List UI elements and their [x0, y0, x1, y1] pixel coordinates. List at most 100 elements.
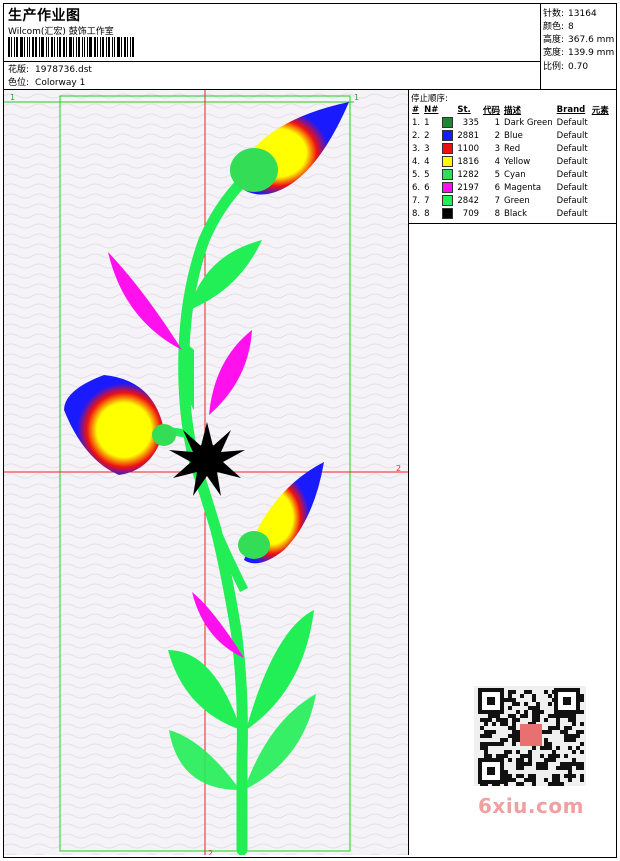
- barcode-bar: [16, 37, 18, 57]
- qr-module: [576, 762, 580, 766]
- qr-module: [484, 754, 488, 758]
- qr-module: [572, 750, 576, 754]
- color-row: 2. 2 2881 2 Blue Default: [410, 129, 611, 142]
- qr-module: [508, 726, 512, 730]
- bud-left-base: [152, 424, 176, 446]
- spec-value: 8: [568, 22, 574, 32]
- qr-module: [548, 758, 552, 762]
- row-code: 5: [494, 169, 501, 180]
- qr-module: [492, 722, 496, 726]
- barcode-bar: [39, 37, 40, 57]
- color-swatch: [440, 168, 455, 181]
- qr-module: [544, 718, 548, 722]
- barcode-bar: [97, 37, 98, 57]
- row-n: 2: [424, 130, 430, 141]
- qr-module: [504, 774, 508, 778]
- legend-heading: 停止顺序:: [411, 94, 448, 104]
- row-n: 3: [424, 143, 430, 154]
- barcode-bar: [27, 37, 28, 57]
- spec-scale: 比例: 0.70: [543, 59, 588, 72]
- qr-module: [544, 742, 548, 746]
- row-description: Green: [504, 195, 530, 206]
- row-index: 3.: [412, 143, 421, 154]
- row-description: Red: [504, 143, 521, 154]
- qr-module: [520, 758, 524, 762]
- color-row: 8. 8 709 8 Black Default: [410, 207, 611, 220]
- qr-module: [528, 758, 532, 762]
- row-element: [590, 116, 611, 129]
- row-code: 7: [494, 195, 501, 206]
- qr-module: [556, 778, 560, 782]
- qr-module: [568, 734, 572, 738]
- color-row: 7. 7 2842 7 Green Default: [410, 194, 611, 207]
- row-n: 4: [424, 156, 430, 167]
- bud-top-base: [230, 148, 278, 192]
- row-element: [590, 168, 611, 181]
- row-brand: Default: [556, 156, 588, 167]
- qr-module: [500, 718, 504, 722]
- qr-module: [580, 710, 584, 714]
- qr-module: [580, 766, 584, 770]
- header-info: 生产作业图 Wilcom(汇宏) 鼓饰工作室 花版: 1978736.dst 色位…: [4, 4, 541, 89]
- guide-label-bottom: 2: [208, 849, 213, 855]
- qr-module: [548, 714, 552, 718]
- qr-module: [576, 730, 580, 734]
- row-element: [590, 142, 611, 155]
- qr-module: [564, 730, 568, 734]
- qr-module: [572, 722, 576, 726]
- qr-finder-center: [563, 697, 571, 705]
- barcode-bar: [73, 37, 74, 57]
- qr-module: [488, 730, 492, 734]
- col-stitches: St.: [457, 105, 471, 115]
- barcode-bar: [82, 37, 83, 57]
- qr-module: [568, 738, 572, 742]
- qr-module: [544, 746, 548, 750]
- qr-module: [556, 722, 560, 726]
- qr-module: [568, 778, 572, 782]
- qr-module: [508, 750, 512, 754]
- barcode-bar: [32, 37, 34, 57]
- qr-module: [536, 714, 540, 718]
- qr-module: [508, 694, 512, 698]
- qr-module: [508, 714, 512, 718]
- qr-module: [508, 778, 512, 782]
- qr-module: [516, 766, 520, 770]
- barcode-bar: [69, 37, 72, 57]
- qr-module: [564, 754, 568, 758]
- row-n: 5: [424, 169, 430, 180]
- qr-module: [524, 690, 528, 694]
- design-label: 花版:: [8, 65, 30, 75]
- colorway-line: 色位: Colorway 1: [8, 75, 85, 88]
- color-swatch: [440, 142, 455, 155]
- barcode-bar: [117, 37, 120, 57]
- col-n: N#: [424, 105, 439, 115]
- barcode: [8, 37, 144, 57]
- row-index: 5.: [412, 169, 421, 180]
- qr-module: [548, 702, 552, 706]
- spec-width: 宽度: 139.9 mm: [543, 45, 614, 58]
- guide-label-top: 1: [354, 93, 359, 102]
- qr-module: [488, 714, 492, 718]
- qr-module: [532, 706, 536, 710]
- spec-stitches: 针数: 13164: [543, 6, 597, 19]
- qr-module: [544, 690, 548, 694]
- qr-module: [516, 702, 520, 706]
- qr-module: [516, 710, 520, 714]
- qr-module: [516, 738, 520, 742]
- qr-module: [544, 766, 548, 770]
- qr-module: [504, 770, 508, 774]
- qr-module: [536, 702, 540, 706]
- qr-module: [512, 726, 516, 730]
- watermark-logo: 6xiu.com: [478, 794, 584, 818]
- row-element: [590, 155, 611, 168]
- row-stitches: 709: [462, 208, 480, 219]
- qr-module: [532, 774, 536, 778]
- col-description: 描述: [504, 106, 522, 116]
- col-index: #: [412, 105, 420, 115]
- row-description: Dark Green: [504, 117, 553, 128]
- qr-module: [528, 762, 532, 766]
- row-brand: Default: [556, 130, 588, 141]
- qr-module: [520, 694, 524, 698]
- barcode-bar: [48, 37, 49, 57]
- qr-module: [528, 750, 532, 754]
